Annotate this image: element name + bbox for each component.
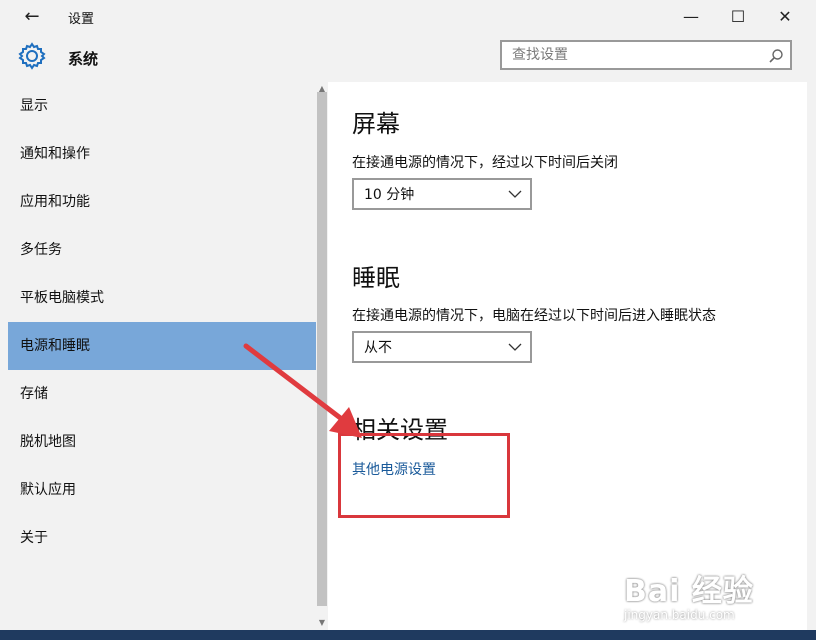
sidebar-item-offline-maps[interactable]: 脱机地图 xyxy=(8,418,316,466)
screen-timeout-dropdown[interactable]: 10 分钟 xyxy=(352,178,532,210)
page-title: 系统 xyxy=(68,50,99,68)
back-button[interactable]: ← xyxy=(16,4,48,28)
search-box[interactable] xyxy=(500,40,792,70)
window-title: 设置 xyxy=(68,12,95,27)
taskbar-strip xyxy=(0,630,816,640)
sleep-timeout-value: 从不 xyxy=(364,340,392,356)
watermark: Bai 经验 jingyan.baidu.com xyxy=(624,566,774,624)
sleep-heading: 睡眠 xyxy=(352,264,400,292)
settings-header: 系统 xyxy=(0,32,816,82)
scroll-down-arrow-icon[interactable]: ▼ xyxy=(316,616,328,628)
screen-timeout-value: 10 分钟 xyxy=(364,187,415,203)
search-input[interactable] xyxy=(502,42,762,68)
sidebar: 显示 通知和操作 应用和功能 多任务 平板电脑模式 电源和睡眠 存储 脱机地图 … xyxy=(0,82,316,630)
watermark-site: jingyan.baidu.com xyxy=(624,608,735,622)
content-pane: 屏幕 在接通电源的情况下，经过以下时间后关闭 10 分钟 睡眠 在接通电源的情况… xyxy=(328,82,807,630)
sidebar-item-about[interactable]: 关于 xyxy=(8,514,316,562)
close-button[interactable]: ✕ xyxy=(762,0,808,32)
gear-icon xyxy=(18,42,46,70)
right-edge xyxy=(807,82,816,630)
sidebar-item-power-sleep[interactable]: 电源和睡眠 xyxy=(8,322,316,370)
sidebar-item-apps-features[interactable]: 应用和功能 xyxy=(8,178,316,226)
watermark-logo: Bai 经验 xyxy=(624,574,754,609)
sidebar-item-multitasking[interactable]: 多任务 xyxy=(8,226,316,274)
screen-description: 在接通电源的情况下，经过以下时间后关闭 xyxy=(352,155,618,171)
scrollbar-thumb[interactable] xyxy=(317,92,327,606)
chevron-down-icon xyxy=(508,190,522,198)
highlight-box xyxy=(338,433,510,518)
sleep-timeout-dropdown[interactable]: 从不 xyxy=(352,331,532,363)
sidebar-item-tablet-mode[interactable]: 平板电脑模式 xyxy=(8,274,316,322)
screen-heading: 屏幕 xyxy=(352,110,400,138)
title-bar: ← 设置 — ☐ ✕ xyxy=(0,0,816,32)
sidebar-item-default-apps[interactable]: 默认应用 xyxy=(8,466,316,514)
chevron-down-icon xyxy=(508,343,522,351)
search-icon[interactable] xyxy=(768,48,784,64)
sleep-description: 在接通电源的情况下，电脑在经过以下时间后进入睡眠状态 xyxy=(352,308,716,324)
sidebar-item-notifications[interactable]: 通知和操作 xyxy=(8,130,316,178)
sidebar-item-display[interactable]: 显示 xyxy=(8,82,316,130)
sidebar-item-storage[interactable]: 存储 xyxy=(8,370,316,418)
maximize-button[interactable]: ☐ xyxy=(715,0,761,32)
minimize-button[interactable]: — xyxy=(668,0,714,32)
